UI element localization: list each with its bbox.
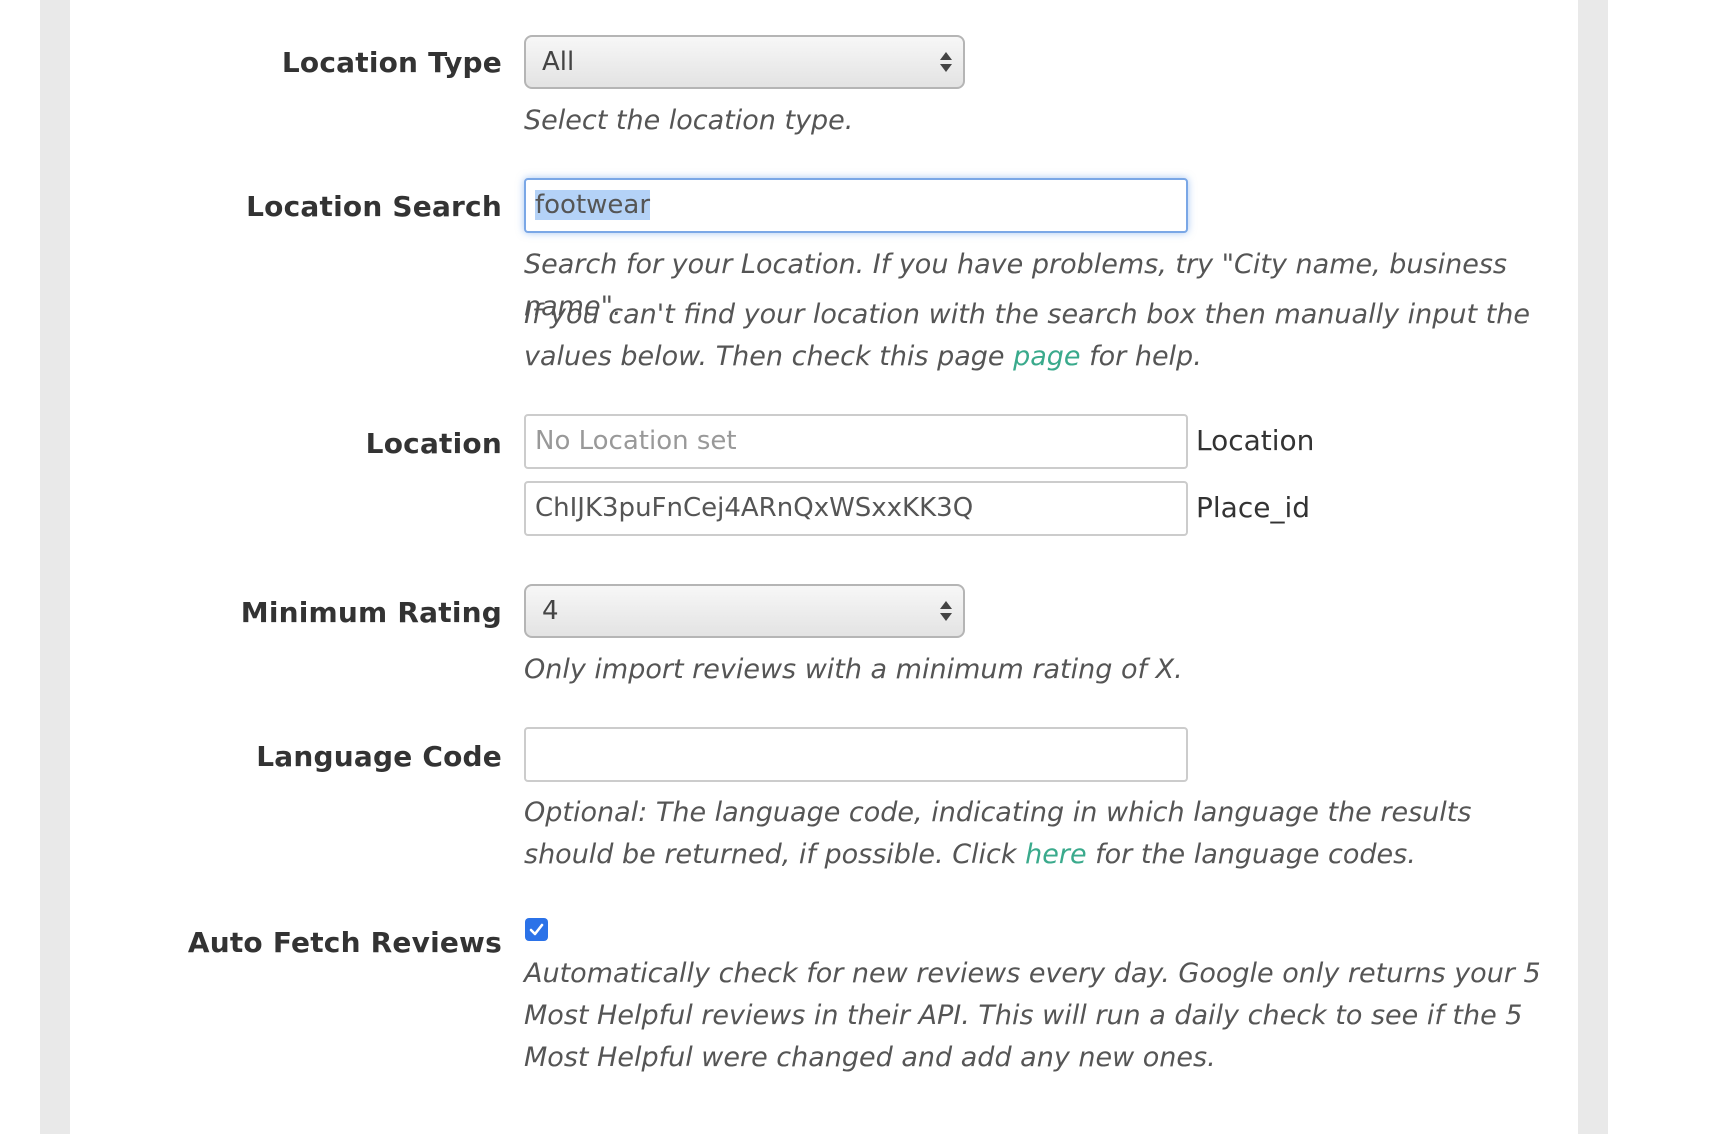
help-page-link[interactable]: page xyxy=(1013,341,1080,372)
location-type-help: Select the location type. xyxy=(524,105,854,136)
place-id-input[interactable]: ChIJK3puFnCej4ARnQxWSxxKK3Q xyxy=(524,481,1188,536)
auto-fetch-checkbox[interactable] xyxy=(525,918,548,941)
location-type-selected: All xyxy=(542,47,575,77)
settings-form: Location Type All Select the location ty… xyxy=(0,0,1730,1134)
select-arrows-icon xyxy=(940,52,952,72)
language-code-label: Language Code xyxy=(256,740,502,773)
language-code-help: Optional: The language code, indicating … xyxy=(524,797,1472,870)
page-gutter-left xyxy=(40,0,70,1134)
location-input[interactable]: No Location set xyxy=(524,414,1188,469)
location-label: Location xyxy=(365,427,502,460)
place-id-suffix-label: Place_id xyxy=(1196,491,1310,524)
minimum-rating-label: Minimum Rating xyxy=(240,596,502,629)
page-gutter-right xyxy=(1578,0,1608,1134)
location-search-input[interactable]: footwear xyxy=(524,178,1188,233)
minimum-rating-select[interactable]: 4 xyxy=(524,584,965,638)
location-type-label: Location Type xyxy=(281,46,502,79)
location-search-label: Location Search xyxy=(246,190,502,223)
place-id-value: ChIJK3puFnCej4ARnQxWSxxKK3Q xyxy=(535,493,974,523)
minimum-rating-help: Only import reviews with a minimum ratin… xyxy=(524,654,1183,685)
auto-fetch-label: Auto Fetch Reviews xyxy=(187,926,502,959)
location-placeholder: No Location set xyxy=(535,426,737,456)
location-manual-help: If you can't find your location with the… xyxy=(524,299,1530,372)
minimum-rating-selected: 4 xyxy=(542,596,559,626)
select-arrows-icon xyxy=(940,601,952,621)
language-codes-link[interactable]: here xyxy=(1025,839,1086,870)
language-code-input[interactable] xyxy=(524,727,1188,782)
checkmark-icon xyxy=(529,923,544,936)
location-type-select[interactable]: All xyxy=(524,35,965,89)
location-suffix-label: Location xyxy=(1196,424,1315,457)
location-search-value: footwear xyxy=(535,190,651,220)
auto-fetch-help: Automatically check for new reviews ever… xyxy=(524,958,1541,1073)
